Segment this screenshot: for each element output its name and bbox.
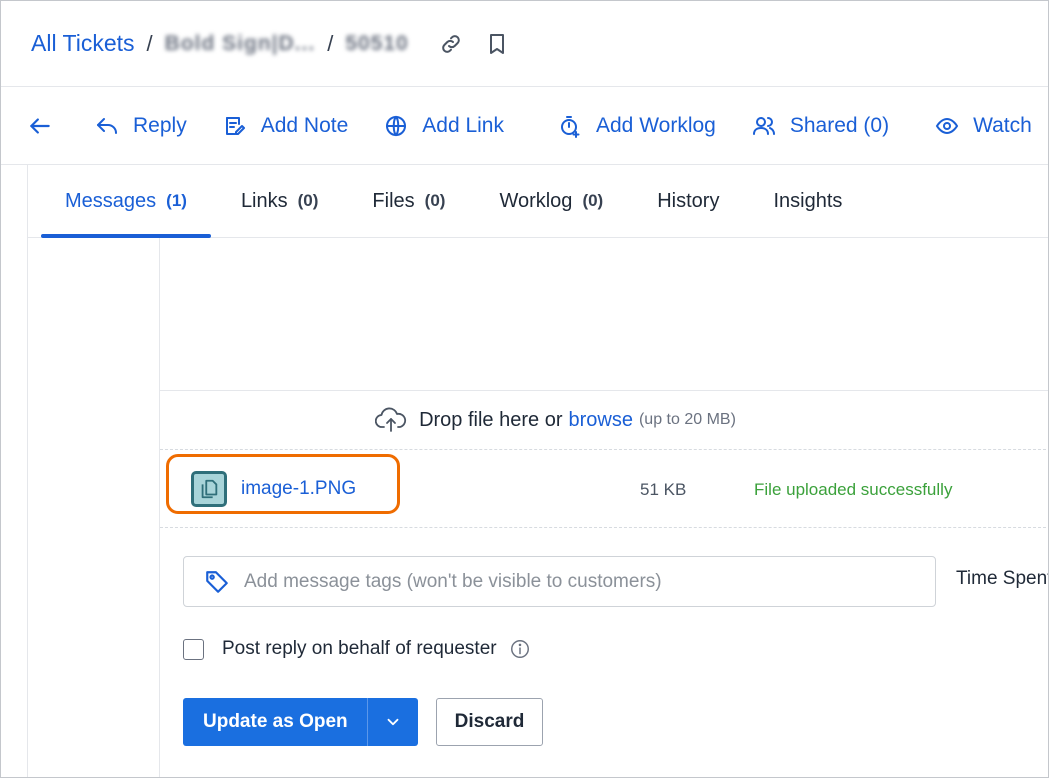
time-spent-label: Time Spent: [956, 568, 1049, 589]
add-worklog-button[interactable]: Add Worklog: [558, 114, 716, 138]
shared-label: Shared (0): [789, 113, 890, 137]
cloud-upload-icon: [375, 407, 407, 432]
breadcrumb-project[interactable]: Bold Sign|D...: [165, 32, 316, 56]
watch-label: Watch: [973, 113, 1032, 137]
chevron-down-icon[interactable]: [368, 698, 418, 746]
attachment-name[interactable]: image-1.PNG: [241, 478, 356, 500]
tab-history[interactable]: History: [633, 165, 743, 238]
note-edit-icon: [225, 116, 245, 135]
tab-worklog[interactable]: Worklog (0): [475, 165, 627, 238]
info-icon[interactable]: [509, 638, 531, 660]
app-frame: All Tickets / Bold Sign|D... / 50510 Rep…: [0, 0, 1049, 778]
bookmark-icon[interactable]: [485, 32, 509, 56]
watch-button[interactable]: Watch: [935, 114, 1032, 138]
action-toolbar: Reply Add Note Add Link Add Worklog Shar…: [1, 87, 1048, 165]
add-worklog-label: Add Worklog: [596, 113, 716, 137]
upload-limit: (up to 20 MB): [638, 411, 736, 428]
breadcrumb-separator: /: [327, 30, 334, 56]
breadcrumb-all-tickets[interactable]: All Tickets: [31, 30, 135, 57]
post-on-behalf-label: Post reply on behalf of requester: [222, 638, 497, 659]
upload-status: File uploaded successfully: [754, 480, 953, 499]
tab-count: (0): [582, 191, 604, 210]
ticket-tabs: Messages (1) Links (0) Files (0) Worklog…: [28, 165, 1048, 238]
tab-insights[interactable]: Insights: [749, 165, 866, 238]
globe-icon: [386, 115, 407, 136]
reply-button[interactable]: Reply: [95, 114, 187, 138]
users-icon: [752, 116, 775, 135]
reply-actions: Update as Open Discard: [183, 698, 544, 746]
file-document-icon: [191, 471, 227, 507]
eye-icon: [935, 117, 959, 134]
browse-link[interactable]: browse: [568, 409, 632, 432]
page-header: All Tickets / Bold Sign|D... / 50510: [1, 1, 1048, 87]
shared-button[interactable]: Shared (0): [752, 114, 889, 138]
tab-label: Links: [240, 189, 288, 212]
message-tags-field[interactable]: [183, 556, 936, 607]
update-split-button: Update as Open: [183, 698, 418, 746]
add-link-button[interactable]: Add Link: [384, 114, 504, 138]
tab-files[interactable]: Files (0): [348, 165, 469, 238]
tab-label: Worklog: [499, 189, 573, 212]
tab-links[interactable]: Links (0): [217, 165, 342, 238]
tab-label: Messages: [65, 189, 157, 212]
reply-label: Reply: [133, 113, 187, 137]
reply-icon: [97, 117, 117, 134]
add-note-label: Add Note: [260, 113, 349, 137]
attachment-row: image-1.PNG 51 KB File uploaded successf…: [160, 450, 1048, 528]
copy-link-icon[interactable]: [439, 32, 463, 56]
add-note-button[interactable]: Add Note: [223, 113, 349, 138]
tab-count: (0): [297, 191, 319, 210]
left-rail: [1, 165, 28, 777]
tab-label: Files: [372, 189, 415, 212]
breadcrumb-separator: /: [146, 30, 153, 56]
tab-label: Insights: [773, 189, 843, 212]
update-as-open-button[interactable]: Update as Open: [183, 698, 368, 746]
tab-count: (0): [424, 191, 446, 210]
stopwatch-plus-icon: [561, 115, 580, 138]
message-tags-input[interactable]: [244, 570, 904, 593]
back-arrow-icon[interactable]: [27, 113, 53, 139]
attachment-size: 51 KB: [640, 480, 687, 499]
add-link-label: Add Link: [422, 113, 504, 137]
post-on-behalf-option: Post reply on behalf of requester: [183, 638, 531, 660]
tab-label: History: [657, 189, 720, 212]
tab-count: (1): [166, 191, 187, 210]
tag-icon: [206, 570, 228, 593]
reply-editor: Drop file here or browse (up to 20 MB) i…: [159, 238, 1049, 777]
breadcrumb-ticket-id: 50510: [345, 31, 409, 55]
tab-messages[interactable]: Messages (1): [41, 165, 211, 238]
file-dropzone[interactable]: Drop file here or browse (up to 20 MB): [160, 390, 1048, 450]
post-on-behalf-checkbox[interactable]: [183, 638, 204, 660]
discard-button[interactable]: Discard: [435, 698, 544, 746]
dropzone-text: Drop file here or: [419, 408, 563, 431]
